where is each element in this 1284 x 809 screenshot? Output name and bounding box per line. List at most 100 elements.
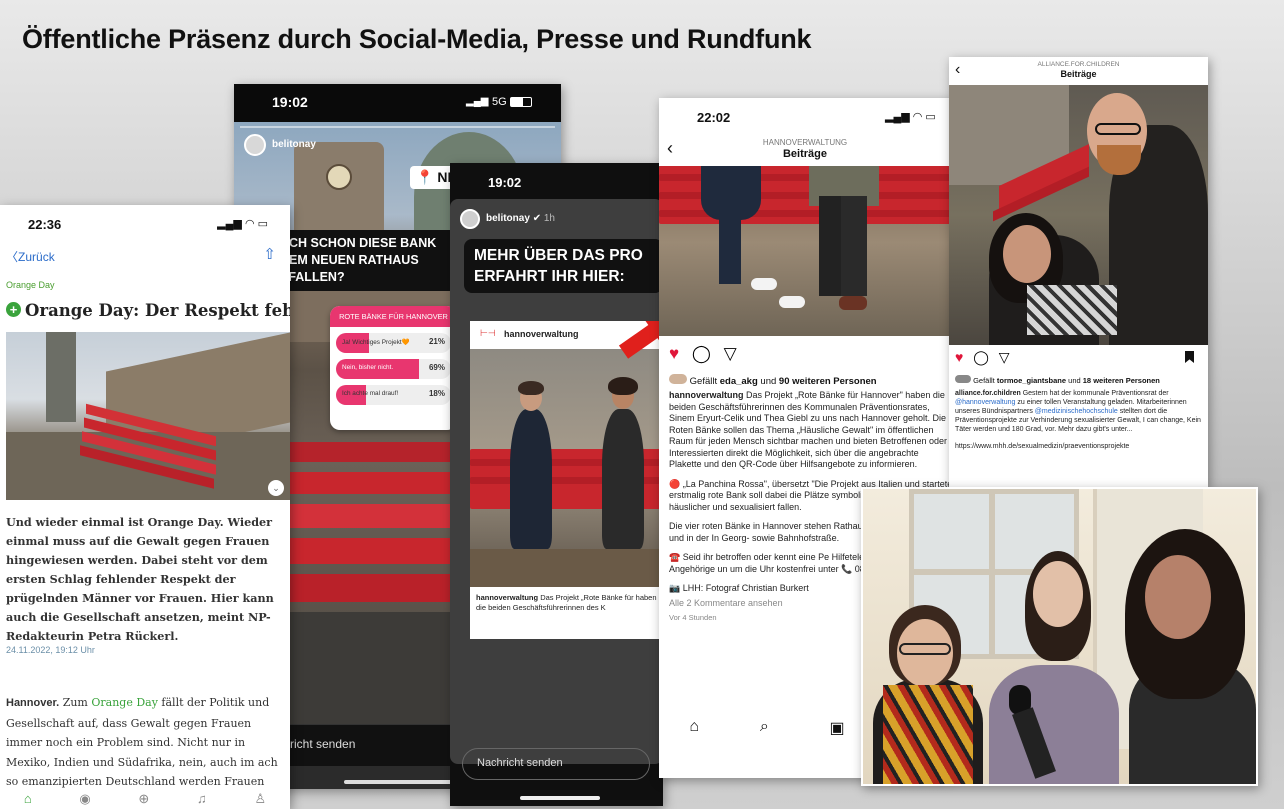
likes-count[interactable]: 18 weiteren Personen bbox=[1083, 376, 1160, 385]
message-input-placeholder: richt senden bbox=[290, 737, 356, 751]
poll-option[interactable]: Nein, bisher nicht. 69% bbox=[336, 359, 451, 379]
mention-link[interactable]: @medizinischehochschule bbox=[1035, 408, 1118, 415]
poll-title: ROTE BÄNKE FÜR HANNOVER bbox=[330, 306, 457, 327]
action-row: ♥ ◯ ▽ bbox=[955, 349, 1010, 366]
profile-tab-icon[interactable]: ♙ bbox=[254, 791, 266, 809]
slide-title: Öffentliche Präsenz durch Social-Media, … bbox=[22, 24, 812, 54]
story-username[interactable]: belitonay bbox=[486, 213, 530, 224]
back-button[interactable]: 〈Zurück bbox=[6, 248, 55, 265]
poll-option[interactable]: Ja! Wichtiges Projekt🧡 21% bbox=[336, 333, 451, 353]
glasses-shape bbox=[1095, 123, 1141, 135]
article-lead: Und wieder einmal ist Orange Day. Wieder… bbox=[6, 515, 274, 643]
likes-user[interactable]: tormoe_giantsbane bbox=[997, 376, 1066, 385]
headphones-tab-icon[interactable]: ♫ bbox=[197, 791, 207, 809]
chevron-left-icon: 〈 bbox=[6, 250, 19, 264]
likes-line: Gefällt tormoe_giantsbane und 18 weitere… bbox=[955, 375, 1160, 385]
status-time: 19:02 bbox=[488, 175, 522, 190]
bottom-tab-bar: ⌂ ◉ ⊕ ♫ ♙ bbox=[0, 791, 290, 809]
likes-count[interactable]: 90 weiteren Personen bbox=[779, 376, 877, 387]
expand-icon[interactable]: ⌄ bbox=[268, 480, 284, 496]
post-photo[interactable] bbox=[659, 166, 951, 336]
caption-paragraph-1: Das Projekt „Rote Bänke für Hannover" ha… bbox=[669, 390, 948, 469]
liker-avatars bbox=[955, 375, 971, 383]
message-input[interactable]: Nachricht senden bbox=[462, 748, 650, 780]
status-time: 19:02 bbox=[272, 94, 308, 110]
avatar[interactable] bbox=[244, 134, 266, 156]
poll-option[interactable]: Ich achte mal drauf! 18% bbox=[336, 385, 451, 405]
shared-post-user: hannoverwaltung bbox=[504, 329, 579, 339]
shared-post-photo bbox=[470, 349, 663, 587]
shared-post-card[interactable]: ⊢⊣ hannoverwaltung hannoverwaltung Das P… bbox=[470, 321, 663, 639]
back-label: Zurück bbox=[18, 250, 55, 264]
caption-url-link[interactable]: https://www.mhh.de/sexualmedizin/praeven… bbox=[955, 442, 1205, 451]
home-nav-icon[interactable]: ⌂ bbox=[689, 718, 699, 748]
body-pre: Zum bbox=[62, 696, 88, 709]
status-icons: ▂▄▆ ◠ ▭ bbox=[885, 111, 936, 123]
caption-user: hannoverwaltung bbox=[476, 593, 539, 602]
send-icon[interactable]: ▽ bbox=[724, 344, 737, 363]
story-caption: MEHR ÜBER DAS PRO ERFAHRT IHR HIER: bbox=[464, 239, 663, 293]
header-account: HANNOVERWALTUNG bbox=[762, 138, 848, 147]
home-indicator bbox=[344, 780, 454, 784]
article-date: 24.11.2022, 19:12 Uhr bbox=[6, 645, 95, 655]
header-title: Beiträge bbox=[1060, 69, 1097, 79]
post-photo[interactable] bbox=[949, 85, 1208, 345]
radio-interview-photo bbox=[861, 487, 1258, 786]
heart-icon[interactable]: ♥ bbox=[955, 349, 963, 365]
poll-option-percent: 21% bbox=[428, 337, 445, 346]
status-icons: ▂▄▆ ◠ ▭ bbox=[217, 218, 268, 230]
story-username[interactable]: belitonay bbox=[272, 139, 316, 150]
header-account: ALLIANCE.FOR.CHILDREN bbox=[1037, 61, 1120, 68]
status-time: 22:36 bbox=[28, 217, 62, 232]
liker-avatars bbox=[669, 374, 687, 384]
article-photo[interactable]: ⌄ bbox=[6, 332, 290, 500]
caption-text-a: Gestern hat der kommunale Präventionsrat… bbox=[1022, 390, 1169, 397]
likes-line: Gefällt eda_akg und 90 weiteren Personen bbox=[669, 374, 877, 387]
home-indicator bbox=[520, 796, 600, 800]
likes-prefix: Gefällt bbox=[689, 376, 718, 387]
scarf-shape bbox=[883, 685, 973, 784]
glasses-shape bbox=[899, 643, 951, 655]
comment-icon[interactable]: ◯ bbox=[692, 344, 711, 363]
header-title: Beiträge bbox=[782, 148, 828, 160]
network-label: 5G bbox=[492, 96, 507, 108]
poll-sticker[interactable]: ROTE BÄNKE FÜR HANNOVER Ja! Wichtiges Pr… bbox=[330, 306, 457, 430]
post-caption: alliance.for.children Gestern hat der ko… bbox=[955, 389, 1205, 451]
orange-day-link[interactable]: Orange Day bbox=[91, 696, 158, 709]
caption-user[interactable]: hannoverwaltung bbox=[669, 390, 744, 400]
avatar[interactable] bbox=[460, 209, 480, 229]
mention-link[interactable]: @hannoverwaltung bbox=[955, 399, 1015, 406]
bookmark-icon[interactable] bbox=[1185, 351, 1194, 363]
likes-prefix: Gefällt bbox=[973, 376, 995, 385]
home-tab-icon[interactable]: ⌂ bbox=[24, 791, 32, 809]
alliance-post-screenshot: ‹ ALLIANCE.FOR.CHILDREN Beiträge ♥ ◯ ▽ G… bbox=[949, 57, 1208, 487]
likes-suffix: und bbox=[760, 376, 777, 387]
location-pin-icon: 📍 bbox=[416, 169, 434, 185]
search-nav-icon[interactable]: ⌕ bbox=[760, 718, 769, 748]
lhh-logo-icon: ⊢⊣ bbox=[480, 328, 496, 338]
likes-user[interactable]: eda_akg bbox=[720, 376, 758, 387]
poll-option-label: Ich achte mal drauf! bbox=[342, 390, 399, 397]
share-icon[interactable]: ⇧ bbox=[263, 245, 276, 263]
reels-nav-icon[interactable]: ▣ bbox=[830, 718, 845, 748]
status-time: 22:02 bbox=[697, 110, 731, 125]
story-screenshot-link: 19:02 belitonay ✔ 1h MEHR ÜBER DAS PRO E… bbox=[450, 163, 663, 806]
body-dateline: Hannover. bbox=[6, 697, 60, 709]
shared-post-caption: hannoverwaltung Das Projekt „Rote Bänke … bbox=[476, 593, 661, 613]
battery-icon bbox=[510, 97, 532, 107]
signal-icon: ▂▄▆ bbox=[466, 96, 489, 107]
send-icon[interactable]: ▽ bbox=[999, 349, 1010, 365]
add-tab-icon[interactable]: ⊕ bbox=[138, 791, 149, 809]
caption-user[interactable]: alliance.for.children bbox=[955, 390, 1021, 397]
verified-icon: ✔ bbox=[532, 213, 542, 224]
comment-icon[interactable]: ◯ bbox=[973, 349, 989, 365]
location-tab-icon[interactable]: ◉ bbox=[79, 791, 90, 809]
news-article-screenshot: 22:36 ▂▄▆ ◠ ▭ 〈Zurück ⇧ Orange Day + Oran… bbox=[0, 205, 290, 809]
poll-option-label: Ja! Wichtiges Projekt🧡 bbox=[342, 339, 410, 346]
poll-option-percent: 18% bbox=[428, 389, 445, 398]
likes-suffix: und bbox=[1068, 376, 1081, 385]
story-user-row: belitonay ✔ 1h bbox=[486, 213, 555, 224]
article-category[interactable]: Orange Day bbox=[6, 280, 55, 290]
heart-icon[interactable]: ♥ bbox=[669, 344, 679, 363]
plus-icon: + bbox=[6, 302, 21, 317]
